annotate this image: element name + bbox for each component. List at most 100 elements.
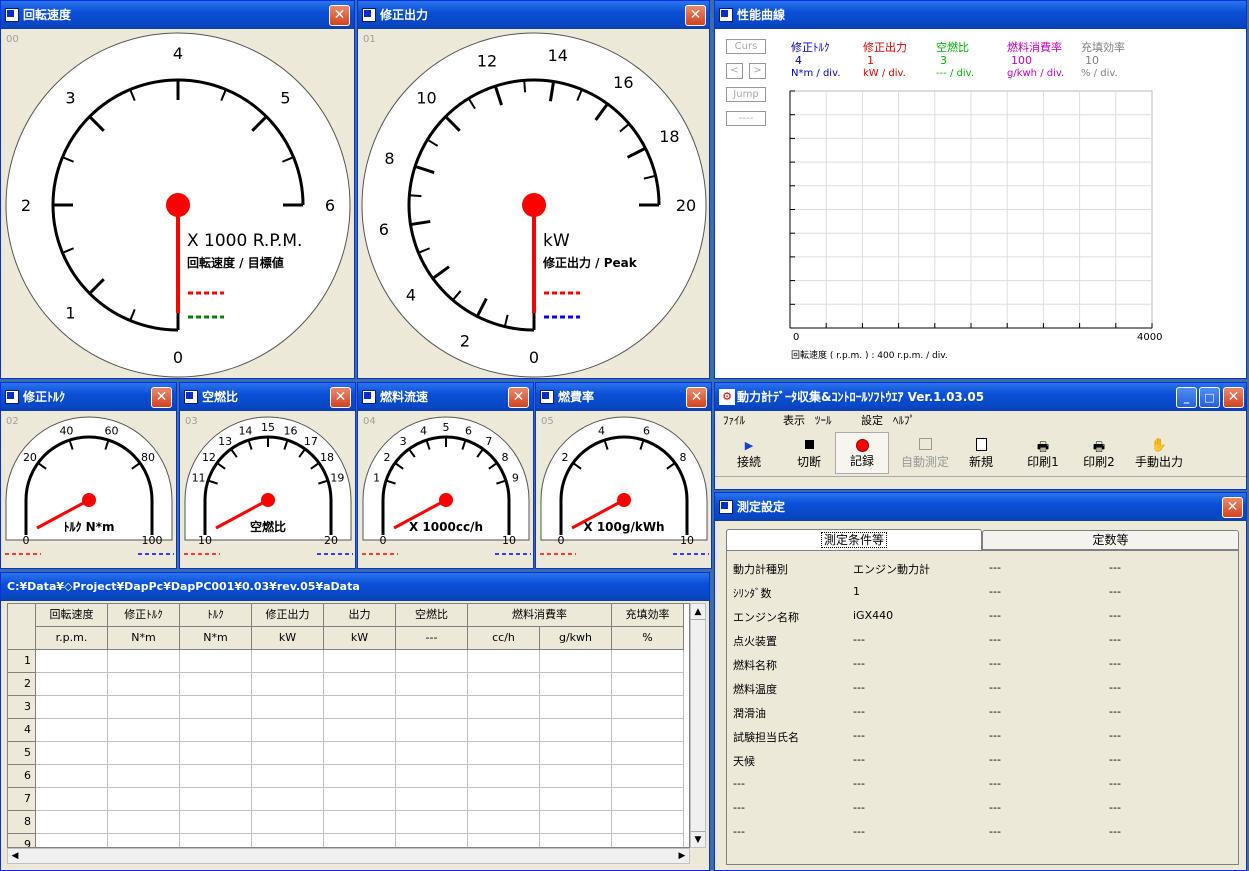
table-cell[interactable] <box>180 811 252 834</box>
scroll-left-icon[interactable]: ◀ <box>8 849 22 863</box>
table-cell[interactable] <box>396 696 468 719</box>
title-bar[interactable]: 性能曲線 <box>715 1 1246 29</box>
setting-value[interactable]: --- <box>989 681 1001 694</box>
table-cell[interactable] <box>324 788 396 811</box>
table-cell[interactable] <box>324 673 396 696</box>
toolbar-button[interactable]: 記録 <box>835 432 889 474</box>
setting-value[interactable]: --- <box>1109 729 1121 742</box>
table-cell[interactable] <box>324 650 396 673</box>
table-cell[interactable] <box>324 765 396 788</box>
table-cell[interactable] <box>180 673 252 696</box>
table-cell[interactable] <box>468 650 540 673</box>
table-cell[interactable] <box>396 765 468 788</box>
table-cell[interactable] <box>396 650 468 673</box>
table-cell[interactable] <box>324 696 396 719</box>
table-cell[interactable] <box>612 788 684 811</box>
setting-value[interactable]: エンジン動力計 <box>853 561 930 577</box>
table-cell[interactable] <box>612 719 684 742</box>
title-bar[interactable]: ⚙ 動力計ﾃﾞｰﾀ収集&ｺﾝﾄﾛｰﾙｿﾌﾄｳｴｱ Ver.1.03.05 _ □ … <box>715 383 1246 411</box>
table-cell[interactable] <box>108 742 180 765</box>
table-cell[interactable] <box>396 673 468 696</box>
table-cell[interactable] <box>468 719 540 742</box>
table-cell[interactable] <box>180 834 252 847</box>
table-cell[interactable] <box>252 719 324 742</box>
setting-value[interactable]: --- <box>1109 633 1121 646</box>
maximize-button[interactable]: □ <box>1199 387 1220 408</box>
setting-value[interactable]: --- <box>989 705 1001 718</box>
jump-button[interactable]: Jump <box>726 87 766 102</box>
setting-value[interactable]: --- <box>989 657 1001 670</box>
setting-value[interactable]: iGX440 <box>853 609 893 622</box>
curs-button[interactable]: Curs <box>726 39 766 54</box>
next-button[interactable]: > <box>749 63 766 79</box>
table-cell[interactable] <box>324 834 396 847</box>
title-bar[interactable]: 測定設定 ✕ <box>715 493 1246 521</box>
setting-value[interactable]: --- <box>853 705 865 718</box>
menu-item[interactable]: ﾂｰﾙ <box>815 411 832 431</box>
menu-item[interactable]: ﾌｧｲﾙ <box>723 411 745 431</box>
setting-value[interactable]: --- <box>989 801 1001 814</box>
setting-value[interactable]: --- <box>1109 753 1121 766</box>
minimize-button[interactable]: _ <box>1176 387 1197 408</box>
table-cell[interactable] <box>324 742 396 765</box>
setting-value[interactable]: --- <box>1109 801 1121 814</box>
table-cell[interactable] <box>108 788 180 811</box>
table-cell[interactable] <box>252 788 324 811</box>
setting-value[interactable]: --- <box>1109 561 1121 574</box>
table-cell[interactable] <box>108 834 180 847</box>
table-cell[interactable] <box>108 673 180 696</box>
tab-constants[interactable]: 定数等 <box>982 530 1239 550</box>
table-cell[interactable] <box>108 696 180 719</box>
horizontal-scrollbar[interactable]: ◀ ▶ <box>7 848 690 864</box>
table-cell[interactable] <box>324 719 396 742</box>
setting-value[interactable]: --- <box>853 633 865 646</box>
tab-conditions[interactable]: 測定条件等 <box>726 529 982 551</box>
table-cell[interactable] <box>468 765 540 788</box>
table-cell[interactable] <box>108 811 180 834</box>
table-cell[interactable] <box>252 650 324 673</box>
table-cell[interactable] <box>252 696 324 719</box>
table-cell[interactable] <box>36 696 108 719</box>
table-cell[interactable] <box>612 742 684 765</box>
table-cell[interactable] <box>468 788 540 811</box>
toolbar-button[interactable]: 切断 <box>779 432 839 474</box>
table-cell[interactable] <box>36 650 108 673</box>
scroll-down-icon[interactable]: ▼ <box>691 831 705 847</box>
scroll-right-icon[interactable]: ▶ <box>675 849 689 863</box>
table-cell[interactable] <box>36 811 108 834</box>
close-button[interactable]: ✕ <box>1222 497 1243 518</box>
setting-value[interactable]: --- <box>853 681 865 694</box>
table-cell[interactable] <box>324 811 396 834</box>
table-cell[interactable] <box>540 811 612 834</box>
table-cell[interactable] <box>36 765 108 788</box>
setting-value[interactable]: --- <box>1109 825 1121 838</box>
table-cell[interactable] <box>612 811 684 834</box>
toolbar-button[interactable]: 自動測定 <box>895 432 955 474</box>
table-cell[interactable] <box>612 650 684 673</box>
table-cell[interactable] <box>540 742 612 765</box>
table-cell[interactable] <box>540 788 612 811</box>
table-cell[interactable] <box>36 719 108 742</box>
setting-value[interactable]: --- <box>989 561 1001 574</box>
table-cell[interactable] <box>468 811 540 834</box>
table-cell[interactable] <box>612 765 684 788</box>
setting-value[interactable]: --- <box>989 825 1001 838</box>
table-cell[interactable] <box>396 788 468 811</box>
table-cell[interactable] <box>540 696 612 719</box>
table-cell[interactable] <box>252 811 324 834</box>
table-cell[interactable] <box>540 650 612 673</box>
table-cell[interactable] <box>468 696 540 719</box>
toolbar-button[interactable]: 🖶 印刷1 <box>1013 432 1073 474</box>
table-cell[interactable] <box>540 765 612 788</box>
table-cell[interactable] <box>108 765 180 788</box>
menu-item[interactable]: ﾍﾙﾌﾟ <box>893 411 915 431</box>
table-cell[interactable] <box>540 673 612 696</box>
setting-value[interactable]: --- <box>853 729 865 742</box>
setting-value[interactable]: --- <box>989 753 1001 766</box>
setting-value[interactable]: --- <box>1109 777 1121 790</box>
menu-item[interactable]: 表示 <box>783 411 805 431</box>
toolbar-button[interactable]: ✋ 手動出力 <box>1129 432 1189 474</box>
setting-value[interactable]: --- <box>853 657 865 670</box>
table-cell[interactable] <box>612 834 684 847</box>
table-cell[interactable] <box>36 788 108 811</box>
